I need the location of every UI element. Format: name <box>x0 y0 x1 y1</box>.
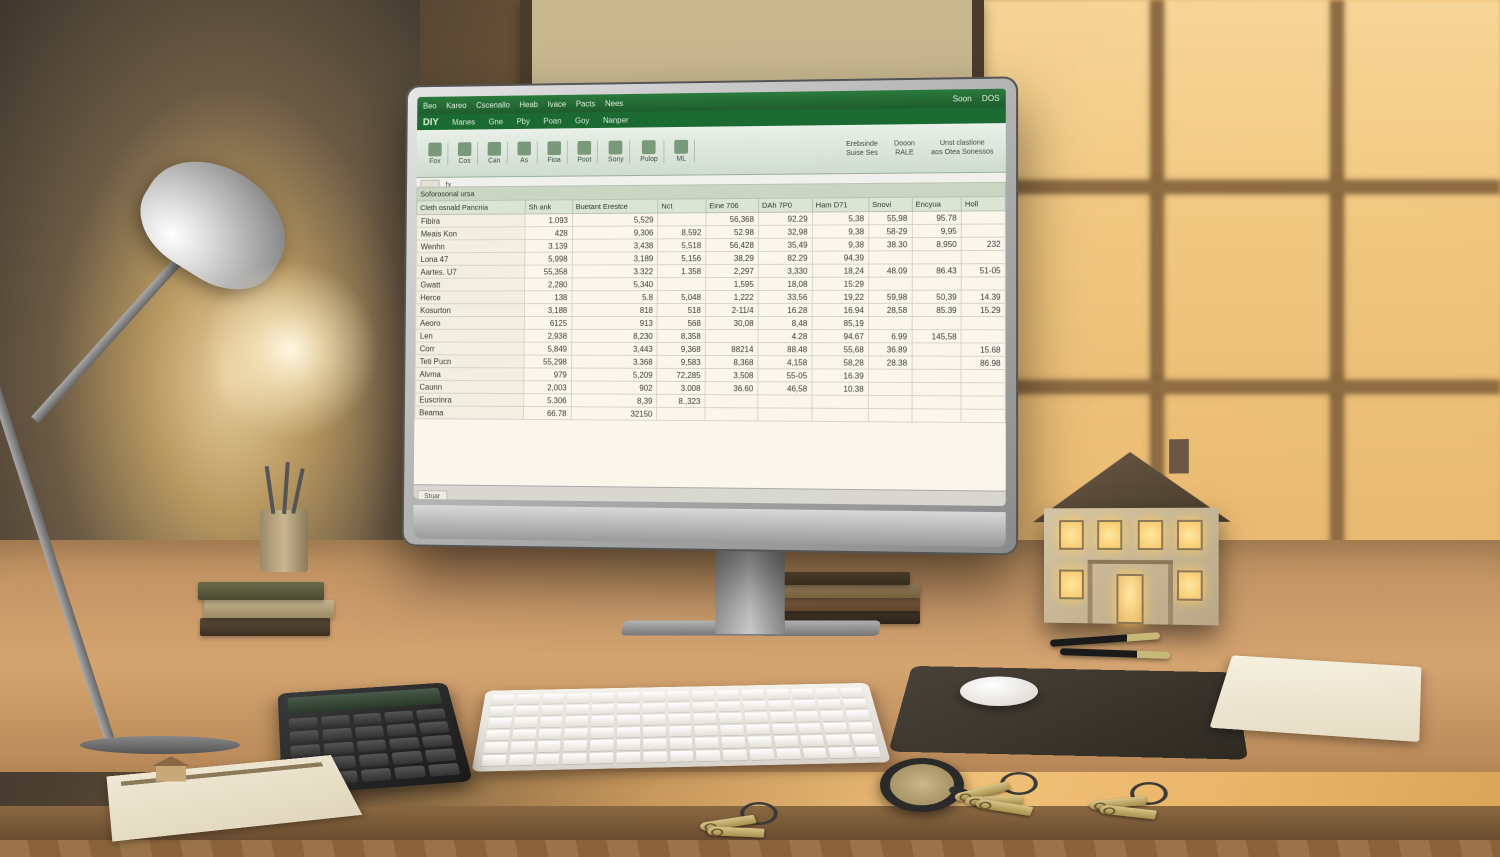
keys <box>698 802 811 839</box>
spreadsheet-grid[interactable]: Soforosonal ursaCleth osnald PancniaSh a… <box>414 182 1006 492</box>
titlebar-right[interactable]: DOS <box>982 93 1000 102</box>
ribbon-group[interactable]: ML <box>669 139 696 162</box>
titlebar-item[interactable]: Ivace <box>548 99 567 108</box>
keys <box>1088 782 1201 819</box>
ribbon-tab[interactable]: Manes <box>452 117 475 126</box>
keys <box>958 772 1071 809</box>
ribbon-group[interactable]: Fox <box>422 142 448 165</box>
monitor: Beo Kareo Cscenallo Heab Ivace Pacts Nee… <box>402 76 1018 555</box>
ribbon-group[interactable]: Poot <box>572 140 599 163</box>
screen[interactable]: Beo Kareo Cscenallo Heab Ivace Pacts Nee… <box>414 89 1006 506</box>
titlebar-right[interactable]: Soon <box>953 94 972 103</box>
ribbon-tab[interactable]: Nanper <box>603 115 629 124</box>
scene-root: Beo Kareo Cscenallo Heab Ivace Pacts Nee… <box>0 0 1500 857</box>
titlebar-item[interactable]: Pacts <box>576 99 596 108</box>
ribbon-tab[interactable]: Goy <box>575 116 589 125</box>
titlebar-item[interactable]: Cscenallo <box>476 100 510 109</box>
ribbon-group[interactable]: DooonRALE <box>888 140 921 156</box>
titlebar-item[interactable]: Heab <box>519 100 538 109</box>
monitor-stand-neck <box>715 544 784 634</box>
ribbon: Fox Cos Can As Fioa Poot Sony Pulop ML E… <box>417 123 1006 178</box>
model-house <box>1025 430 1239 634</box>
ribbon-tab[interactable]: Poan <box>543 116 561 125</box>
ribbon-group[interactable]: Unst clastioneaos Otea Sonessos <box>925 139 1000 156</box>
lamp-base <box>80 736 240 754</box>
floor <box>0 840 1500 857</box>
ribbon-group[interactable]: ErebsindeSuise Ses <box>840 141 884 158</box>
house-door <box>1116 574 1143 624</box>
magnifying-glass-icon <box>878 758 966 812</box>
book-stack-mid <box>770 570 920 626</box>
ribbon-tab[interactable]: Pby <box>517 117 530 126</box>
book-stack-left <box>200 570 330 640</box>
ribbon-group[interactable]: As <box>512 141 538 164</box>
titlebar-item[interactable]: Beo <box>423 101 437 110</box>
pen-cup <box>260 510 308 572</box>
ribbon-group[interactable]: Cos <box>452 142 478 165</box>
titlebar-item[interactable]: Nees <box>605 99 623 108</box>
ribbon-group[interactable]: Can <box>482 141 508 164</box>
chimney <box>1169 439 1189 474</box>
tiny-house-figurine <box>156 765 187 782</box>
notepad <box>1210 655 1422 742</box>
desk-pad <box>889 666 1249 760</box>
keyboard[interactable] <box>472 683 891 772</box>
ribbon-tab[interactable]: Gne <box>489 117 504 126</box>
mouse[interactable] <box>959 676 1039 706</box>
ribbon-tab-active[interactable]: DIY <box>423 117 439 128</box>
ribbon-group[interactable]: Sony <box>602 140 630 163</box>
ribbon-group[interactable]: Fioa <box>542 141 568 164</box>
titlebar-item[interactable]: Kareo <box>446 101 466 110</box>
ribbon-group[interactable]: Pulop <box>634 140 664 163</box>
